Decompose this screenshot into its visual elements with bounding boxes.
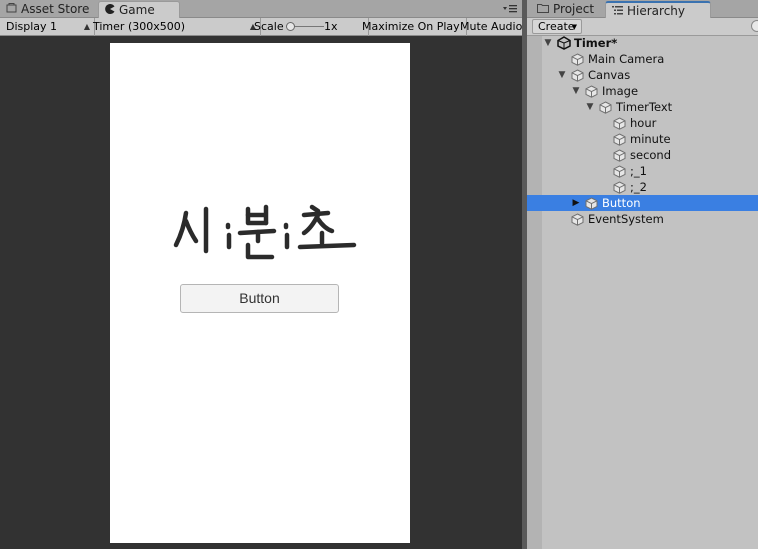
expand-arrow-down-icon[interactable]: ▼ xyxy=(543,35,553,51)
hierarchy-item-separator-1[interactable]: ;_1 xyxy=(527,163,758,179)
hierarchy-item-timertext[interactable]: ▼ TimerText xyxy=(527,99,758,115)
gameobject-cube-icon xyxy=(571,53,584,66)
tab-label: Game xyxy=(119,3,155,17)
hierarchy-item-label: ;_2 xyxy=(630,180,647,194)
hierarchy-item-canvas[interactable]: ▼ Canvas xyxy=(527,67,758,83)
hierarchy-item-hour[interactable]: hour xyxy=(527,115,758,131)
game-tabbar: Asset Store Game xyxy=(0,0,522,19)
hierarchy-item-label: EventSystem xyxy=(588,212,664,226)
gameobject-cube-icon xyxy=(571,69,584,82)
tab-label: Project xyxy=(553,2,595,16)
hierarchy-item-eventsystem[interactable]: EventSystem xyxy=(527,211,758,227)
search-input[interactable] xyxy=(751,20,758,32)
hierarchy-item-minute[interactable]: minute xyxy=(527,131,758,147)
expand-arrow-right-icon[interactable]: ▶ xyxy=(571,195,581,211)
game-ui-button-label: Button xyxy=(239,290,280,306)
hierarchy-item-label: second xyxy=(630,148,672,162)
game-toolbar: Display 1 ▲ Timer (300x500) ▲ Scale 1x M… xyxy=(0,18,522,36)
hierarchy-item-label: Canvas xyxy=(588,68,631,82)
tab-game[interactable]: Game xyxy=(98,1,180,19)
scale-control: Scale 1x xyxy=(248,18,369,36)
display-dropdown[interactable]: Display 1 ▲ xyxy=(0,18,95,36)
hierarchy-item-label: hour xyxy=(630,116,657,130)
hierarchy-item-label: Main Camera xyxy=(588,52,665,66)
hierarchy-item-label: minute xyxy=(630,132,671,146)
gameobject-cube-icon xyxy=(585,85,598,98)
scale-value: 1x xyxy=(324,20,338,33)
gameobject-cube-icon xyxy=(613,181,626,194)
gameobject-cube-icon xyxy=(585,197,598,210)
expand-arrow-down-icon[interactable]: ▼ xyxy=(557,67,567,83)
create-dropdown-button[interactable]: Create ▼ xyxy=(532,19,582,34)
tab-label: Hierarchy xyxy=(627,4,686,18)
hierarchy-item-label: Button xyxy=(602,196,641,210)
hierarchy-item-main-camera[interactable]: Main Camera xyxy=(527,51,758,67)
hierarchy-item-timer-scene[interactable]: ▼ Timer* xyxy=(527,35,758,51)
hierarchy-item-button[interactable]: ▶ Button xyxy=(527,195,758,211)
maximize-on-play-toggle[interactable]: Maximize On Play xyxy=(356,18,467,36)
chevron-down-icon: ▼ xyxy=(571,23,577,31)
gameobject-cube-icon xyxy=(613,149,626,162)
hierarchy-item-label: Image xyxy=(602,84,639,98)
unity-scene-icon xyxy=(557,36,571,50)
display-value: Display 1 xyxy=(6,20,58,33)
tab-label: Asset Store xyxy=(21,2,90,16)
tab-menu-icon[interactable] xyxy=(501,3,519,15)
gameobject-cube-icon xyxy=(613,133,626,146)
gameobject-cube-icon xyxy=(599,101,612,114)
hierarchy-item-separator-2[interactable]: ;_2 xyxy=(527,179,758,195)
game-ui-button[interactable]: Button xyxy=(180,284,339,313)
timer-handwritten-text xyxy=(173,204,357,260)
scale-label: Scale xyxy=(254,20,284,33)
store-icon xyxy=(6,1,17,18)
game-pacman-icon xyxy=(105,2,115,19)
gameobject-cube-icon xyxy=(613,117,626,130)
tab-asset-store[interactable]: Asset Store xyxy=(0,1,95,18)
hierarchy-tabbar: Project Hierarchy xyxy=(527,0,758,20)
hierarchy-item-label: TimerText xyxy=(616,100,673,114)
scale-slider-thumb[interactable] xyxy=(286,22,295,31)
hierarchy-item-label: Timer* xyxy=(574,36,618,50)
resolution-value: Timer (300x500) xyxy=(93,20,186,33)
expand-arrow-down-icon[interactable]: ▼ xyxy=(585,99,595,115)
create-label: Create xyxy=(538,20,575,33)
gameobject-cube-icon xyxy=(613,165,626,178)
hierarchy-item-second[interactable]: second xyxy=(527,147,758,163)
gameobject-cube-icon xyxy=(571,213,584,226)
expand-arrow-down-icon[interactable]: ▼ xyxy=(571,83,581,99)
hierarchy-item-label: ;_1 xyxy=(630,164,647,178)
resolution-dropdown[interactable]: Timer (300x500) ▲ xyxy=(87,18,261,36)
hierarchy-item-image[interactable]: ▼ Image xyxy=(527,83,758,99)
tab-project[interactable]: Project xyxy=(531,1,600,18)
folder-icon xyxy=(537,1,549,18)
maximize-label: Maximize On Play xyxy=(362,20,460,33)
mute-label: Mute Audio xyxy=(460,20,523,33)
